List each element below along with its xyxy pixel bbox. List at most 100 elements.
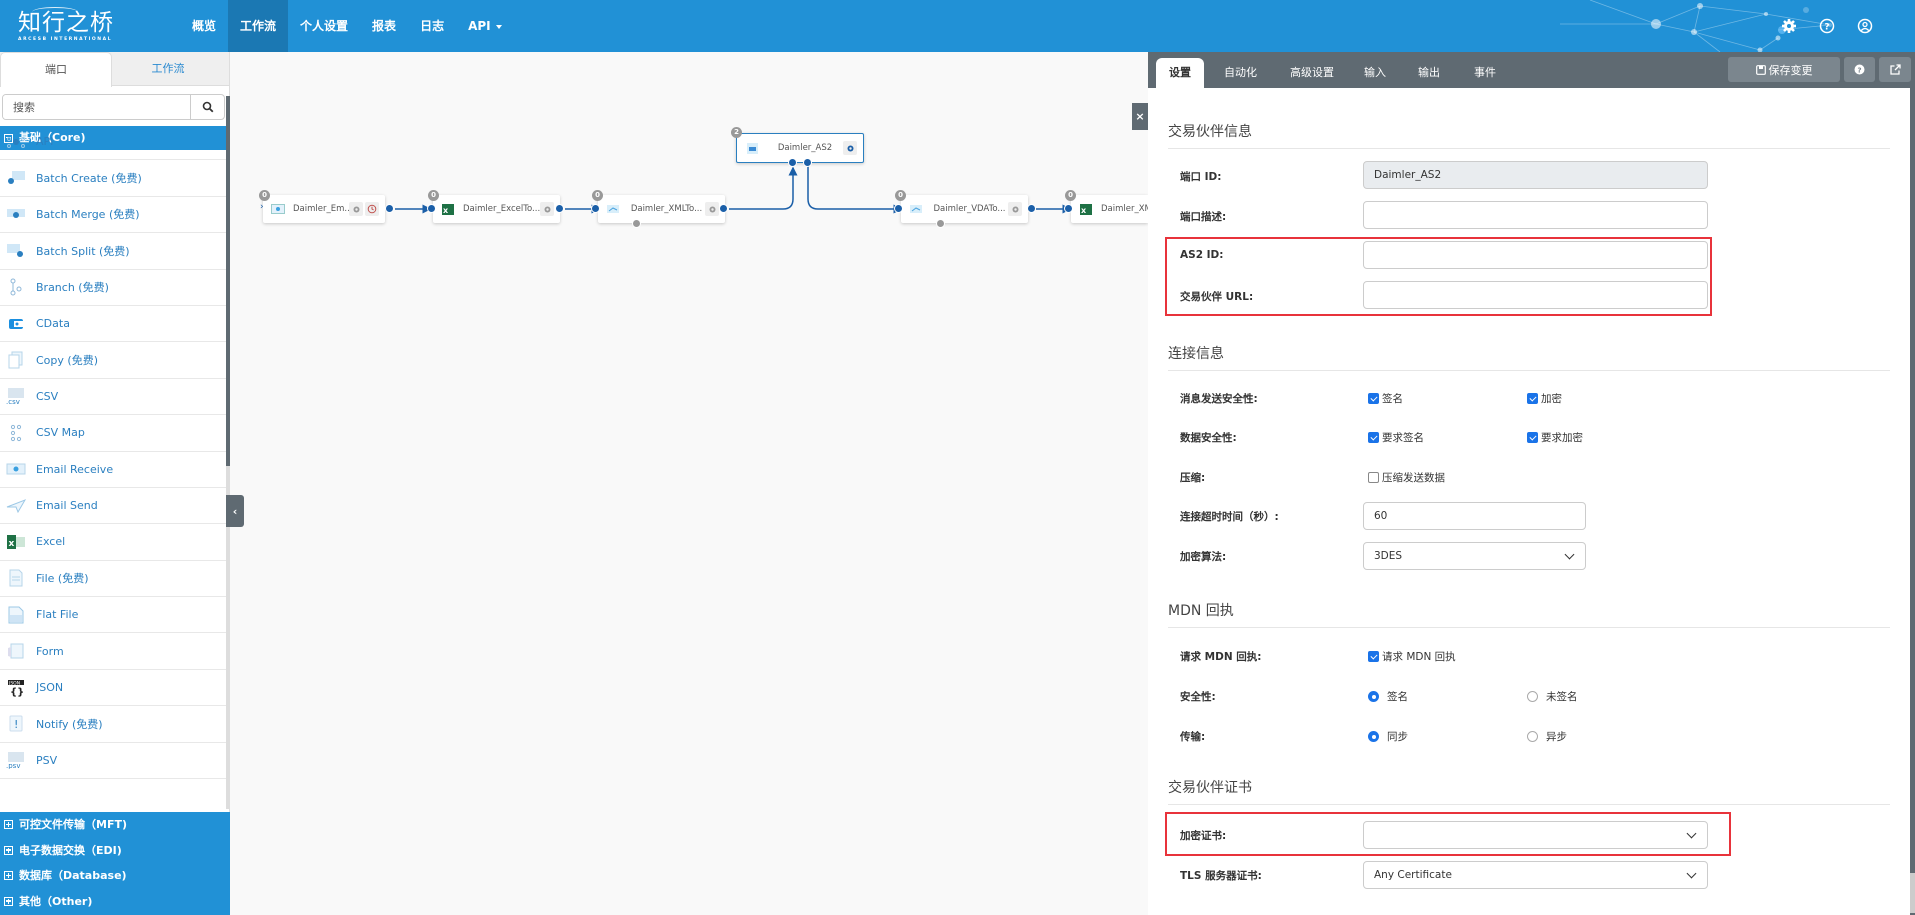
tab-ports[interactable]: 端口: [0, 52, 112, 87]
sidebar-item[interactable]: ! Notify (免费): [0, 706, 226, 743]
scrollbar-thumb[interactable]: [226, 96, 230, 466]
workflow-node-selected[interactable]: Daimler_AS2: [736, 133, 864, 163]
as2-id-input[interactable]: [1363, 241, 1708, 269]
input-port[interactable]: [1064, 204, 1073, 213]
sign-checkbox[interactable]: 签名: [1368, 391, 1403, 406]
output-port[interactable]: [385, 204, 394, 213]
batch-split-icon: [5, 242, 27, 260]
close-panel-button[interactable]: ×: [1132, 103, 1148, 130]
sidebar-item-label: Excel: [36, 535, 66, 549]
sidebar-item[interactable]: Batch Merge (免费): [0, 197, 226, 234]
workflow-canvas[interactable]: Daimler_Em... 0 › x Daimler_ExcelTo... 0…: [231, 52, 1148, 915]
mdn-request-checkbox[interactable]: 请求 MDN 回执: [1368, 649, 1456, 664]
help-button[interactable]: ?: [1844, 57, 1875, 82]
sidebar-item[interactable]: Email Receive: [0, 452, 226, 488]
sidebar-item[interactable]: JSON{} JSON: [0, 670, 226, 707]
nav-api[interactable]: API: [456, 0, 514, 52]
group-edi[interactable]: 电子数据交换（EDI): [0, 837, 230, 863]
nav-overview[interactable]: 概览: [180, 0, 228, 52]
gear-icon[interactable]: [540, 202, 554, 216]
gear-icon[interactable]: [1008, 202, 1022, 216]
input-port-icon[interactable]: ›: [260, 202, 264, 212]
tab-automation[interactable]: 自动化: [1212, 58, 1269, 88]
sidebar-item[interactable]: Batch Split (免费): [0, 233, 226, 270]
gear-icon[interactable]: [705, 202, 719, 216]
radio-signed[interactable]: 签名: [1368, 689, 1408, 704]
require-sign-checkbox[interactable]: 要求签名: [1368, 430, 1424, 445]
workflow-node[interactable]: x Daimler_XM: [1071, 195, 1148, 223]
tab-settings[interactable]: 设置: [1156, 58, 1204, 88]
panel-scrollbar[interactable]: [1910, 88, 1915, 915]
output-port[interactable]: [719, 204, 728, 213]
sidebar-item[interactable]: CData: [0, 306, 226, 343]
sidebar-item[interactable]: Form: [0, 633, 226, 670]
sidebar-item[interactable]: x Excel: [0, 524, 226, 561]
radio-unselected-icon: [1527, 691, 1538, 702]
compress-checkbox[interactable]: 压缩发送数据: [1368, 470, 1445, 485]
group-other[interactable]: 其他（Other): [0, 888, 230, 914]
output-port[interactable]: [1027, 204, 1036, 213]
sidebar-item[interactable]: .csv CSV: [0, 379, 226, 416]
tab-output[interactable]: 输出: [1406, 58, 1452, 88]
output-port[interactable]: [803, 158, 812, 167]
expand-port[interactable]: [632, 219, 641, 228]
sidebar-item[interactable]: File (免费): [0, 561, 226, 598]
collapse-sidebar-button[interactable]: ‹: [226, 495, 244, 527]
gear-icon[interactable]: [1779, 16, 1799, 36]
group-mft[interactable]: 可控文件传输（MFT): [0, 812, 230, 838]
popout-button[interactable]: [1879, 57, 1911, 82]
input-port[interactable]: [427, 204, 436, 213]
sidebar-item[interactable]: Branch (免费): [0, 270, 226, 306]
gear-icon[interactable]: [349, 202, 363, 216]
logo[interactable]: 知行之桥 ARCESB INTERNATIONAL: [18, 7, 114, 42]
search-input[interactable]: [3, 95, 190, 119]
group-database[interactable]: 数据库（Database): [0, 863, 230, 889]
encrypt-cert-select[interactable]: [1363, 821, 1708, 849]
sidebar-item[interactable]: CSV Map: [0, 415, 226, 452]
nav-logs[interactable]: 日志: [408, 0, 456, 52]
gear-icon[interactable]: [843, 141, 857, 155]
tab-advanced[interactable]: 高级设置: [1278, 58, 1346, 88]
output-port[interactable]: [555, 204, 564, 213]
algorithm-select[interactable]: 3DES: [1363, 542, 1586, 570]
radio-async[interactable]: 异步: [1527, 729, 1567, 744]
data-security-label: 数据安全性:: [1180, 432, 1237, 444]
chevron-down-icon: [1686, 828, 1697, 839]
tab-input[interactable]: 输入: [1352, 58, 1398, 88]
tls-cert-select[interactable]: Any Certificate: [1363, 861, 1708, 889]
sidebar-item[interactable]: .psv PSV: [0, 743, 226, 780]
clock-icon[interactable]: [365, 202, 379, 216]
workflow-node[interactable]: Daimler_XMLTo...: [598, 195, 725, 223]
tab-events[interactable]: 事件: [1462, 58, 1508, 88]
require-encrypt-checkbox[interactable]: 要求加密: [1527, 430, 1583, 445]
input-port[interactable]: [894, 204, 903, 213]
sidebar-tabs: 端口 工作流: [0, 52, 229, 87]
nav-reports[interactable]: 报表: [360, 0, 408, 52]
workflow-node[interactable]: Daimler_Em...: [263, 195, 385, 223]
sidebar-item[interactable]: API: [0, 124, 226, 161]
sidebar-item[interactable]: Email Send: [0, 488, 226, 525]
input-port[interactable]: [591, 204, 600, 213]
sidebar-item[interactable]: Batch Create (免费): [0, 160, 226, 197]
nav-personal-settings[interactable]: 个人设置: [288, 0, 360, 52]
sidebar-item[interactable]: Flat File: [0, 597, 226, 634]
tab-workflows[interactable]: 工作流: [112, 52, 224, 85]
timeout-input[interactable]: 60: [1363, 502, 1586, 530]
save-changes-button[interactable]: 保存变更: [1728, 57, 1840, 82]
radio-unsigned[interactable]: 未签名: [1527, 689, 1578, 704]
sidebar-scrollbar[interactable]: [226, 96, 230, 809]
nav-workflow[interactable]: 工作流: [228, 0, 289, 52]
expand-port[interactable]: [936, 219, 945, 228]
encrypt-checkbox[interactable]: 加密: [1527, 391, 1562, 406]
workflow-node[interactable]: x Daimler_ExcelTo...: [433, 195, 560, 223]
mdn-request-label: 请求 MDN 回执:: [1180, 651, 1262, 663]
workflow-node[interactable]: Daimler_VDATo...: [901, 195, 1028, 223]
help-circle-icon[interactable]: ?: [1817, 16, 1837, 36]
sidebar-item[interactable]: Copy (免费): [0, 342, 226, 379]
input-port[interactable]: [788, 158, 797, 167]
search-button[interactable]: [190, 95, 224, 119]
port-desc-textarea[interactable]: [1363, 201, 1708, 229]
partner-url-input[interactable]: [1363, 281, 1708, 309]
radio-sync[interactable]: 同步: [1368, 729, 1408, 744]
user-circle-icon[interactable]: [1855, 16, 1875, 36]
